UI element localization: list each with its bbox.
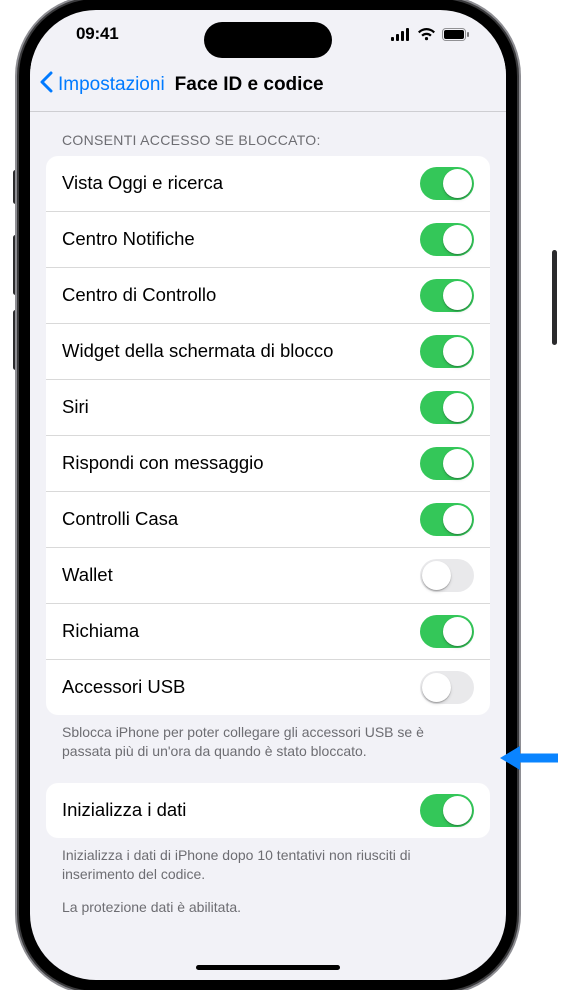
setting-label: Wallet — [62, 564, 420, 586]
setting-row: Siri — [46, 379, 490, 435]
setting-label: Siri — [62, 396, 420, 418]
silence-switch — [13, 170, 18, 204]
usb-accessories-footer: Sblocca iPhone per poter collegare gli a… — [46, 715, 490, 761]
back-button[interactable]: Impostazioni — [58, 74, 165, 96]
setting-label: Accessori USB — [62, 676, 420, 698]
home-indicator[interactable] — [196, 965, 340, 970]
allow-access-group: Vista Oggi e ricerca Centro Notifiche Cent… — [46, 156, 490, 715]
page-title: Face ID e codice — [175, 74, 324, 96]
setting-toggle[interactable] — [420, 223, 474, 256]
setting-row: Richiama — [46, 603, 490, 659]
callout-arrow-icon — [498, 740, 558, 776]
setting-row: Rispondi con messaggio — [46, 435, 490, 491]
settings-content: CONSENTI ACCESSO SE BLOCCATO: Vista Oggi… — [30, 112, 506, 980]
setting-toggle[interactable] — [420, 559, 474, 592]
back-chevron-icon[interactable] — [38, 71, 54, 98]
cellular-icon — [391, 28, 411, 41]
wifi-icon — [417, 28, 436, 41]
setting-toggle[interactable] — [420, 335, 474, 368]
erase-data-footer: Inizializza i dati di iPhone dopo 10 ten… — [46, 838, 490, 884]
side-button — [552, 250, 557, 345]
setting-row: Accessori USB — [46, 659, 490, 715]
erase-data-group: Inizializza i dati — [46, 783, 490, 838]
setting-row: Controlli Casa — [46, 491, 490, 547]
setting-toggle[interactable] — [420, 279, 474, 312]
setting-toggle[interactable] — [420, 615, 474, 648]
setting-row: Widget della schermata di blocco — [46, 323, 490, 379]
iphone-frame: 09:41 — [30, 10, 506, 980]
setting-toggle[interactable] — [420, 671, 474, 704]
setting-label: Richiama — [62, 620, 420, 642]
data-protection-footer: La protezione dati è abilitata. — [46, 884, 490, 917]
setting-row: Vista Oggi e ricerca — [46, 156, 490, 211]
setting-label: Controlli Casa — [62, 508, 420, 530]
setting-label: Centro di Controllo — [62, 284, 420, 306]
erase-data-row: Inizializza i dati — [46, 783, 490, 838]
volume-down-button — [13, 310, 18, 370]
nav-bar: Impostazioni Face ID e codice — [30, 58, 506, 112]
setting-label: Vista Oggi e ricerca — [62, 172, 420, 194]
setting-label: Widget della schermata di blocco — [62, 340, 420, 362]
setting-label: Rispondi con messaggio — [62, 452, 420, 474]
dynamic-island — [204, 22, 332, 58]
setting-row: Wallet — [46, 547, 490, 603]
setting-toggle[interactable] — [420, 503, 474, 536]
setting-toggle[interactable] — [420, 447, 474, 480]
status-time: 09:41 — [58, 24, 118, 44]
setting-row: Centro di Controllo — [46, 267, 490, 323]
setting-toggle[interactable] — [420, 167, 474, 200]
setting-label: Centro Notifiche — [62, 228, 420, 250]
status-bar: 09:41 — [30, 10, 506, 58]
section-header-allow-access: CONSENTI ACCESSO SE BLOCCATO: — [46, 126, 490, 156]
setting-toggle[interactable] — [420, 391, 474, 424]
erase-data-label: Inizializza i dati — [62, 799, 420, 821]
erase-data-toggle[interactable] — [420, 794, 474, 827]
volume-up-button — [13, 235, 18, 295]
status-icons — [391, 28, 478, 41]
battery-icon — [442, 28, 470, 41]
setting-row: Centro Notifiche — [46, 211, 490, 267]
